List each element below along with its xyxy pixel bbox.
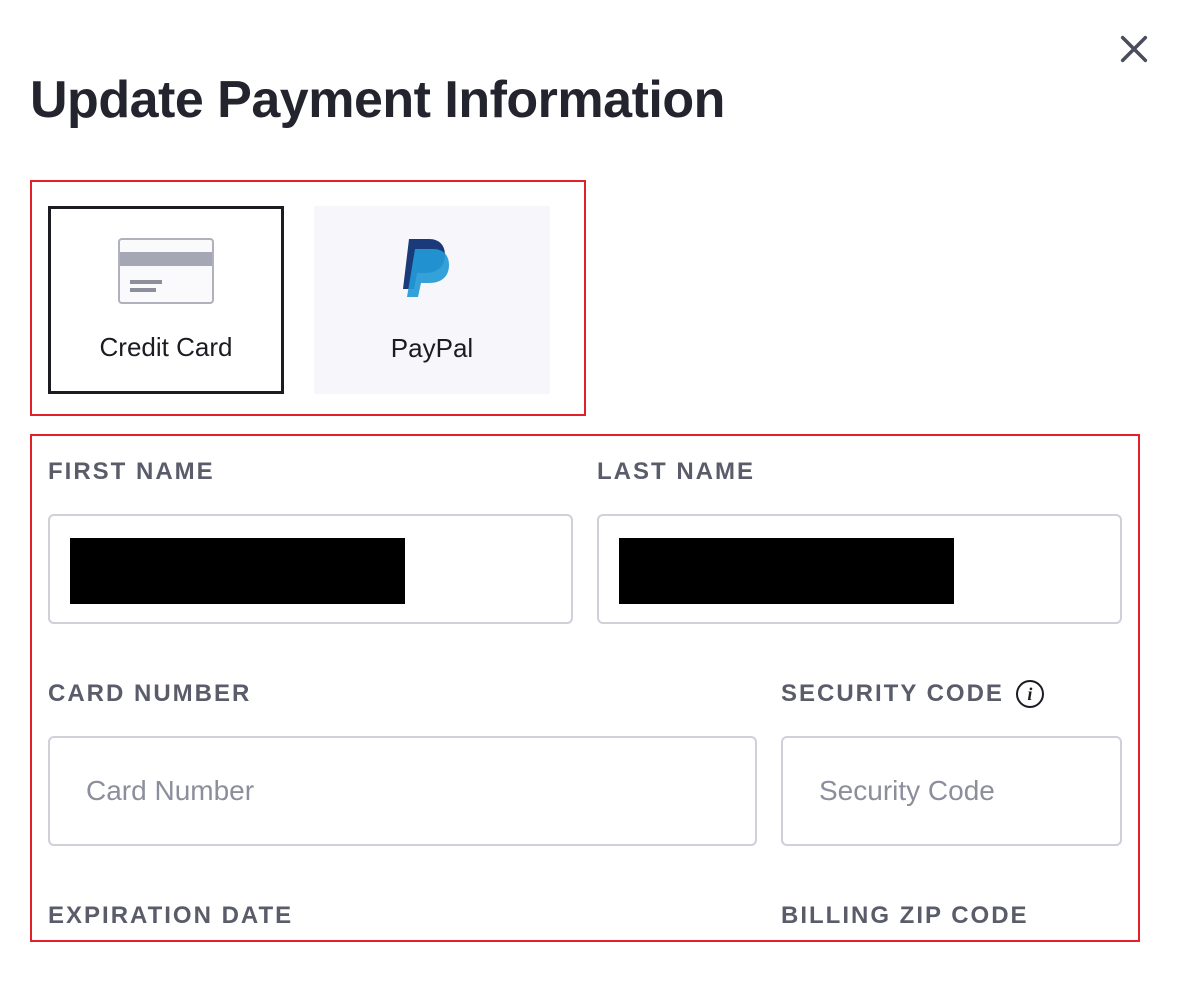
- security-code-group: Security Code i: [781, 680, 1122, 846]
- close-button[interactable]: [1113, 28, 1155, 70]
- payment-option-credit-card[interactable]: Credit Card: [48, 206, 284, 394]
- card-number-group: Card Number: [48, 680, 757, 846]
- security-code-input[interactable]: [781, 736, 1122, 846]
- security-code-label: Security Code: [781, 680, 1004, 708]
- first-name-group: First Name: [48, 458, 573, 624]
- redacted-last-name: [619, 538, 954, 604]
- first-name-input[interactable]: [48, 514, 573, 624]
- modal-title: Update Payment Information: [30, 70, 1147, 130]
- first-name-label: First Name: [48, 458, 573, 486]
- credit-card-label: Credit Card: [100, 332, 233, 363]
- last-name-group: Last Name: [597, 458, 1122, 624]
- redacted-first-name: [70, 538, 405, 604]
- expiration-group: Expiration Date: [48, 902, 757, 930]
- credit-card-icon: [118, 238, 214, 304]
- billing-zip-group: Billing Zip Code: [781, 902, 1122, 930]
- paypal-icon: [401, 237, 463, 309]
- close-icon: [1117, 32, 1151, 66]
- info-icon[interactable]: i: [1016, 680, 1044, 708]
- payment-option-paypal[interactable]: PayPal: [314, 206, 550, 394]
- last-name-input[interactable]: [597, 514, 1122, 624]
- payment-method-tabs: Credit Card PayPal: [48, 206, 568, 394]
- billing-zip-label: Billing Zip Code: [781, 902, 1122, 930]
- payment-form-section: First Name Last Name Card Number Securit…: [30, 434, 1140, 942]
- paypal-label: PayPal: [391, 333, 473, 364]
- card-number-input[interactable]: [48, 736, 757, 846]
- card-number-label: Card Number: [48, 680, 251, 708]
- last-name-label: Last Name: [597, 458, 1122, 486]
- payment-method-section: Credit Card PayPal: [30, 180, 586, 416]
- expiration-label: Expiration Date: [48, 902, 757, 930]
